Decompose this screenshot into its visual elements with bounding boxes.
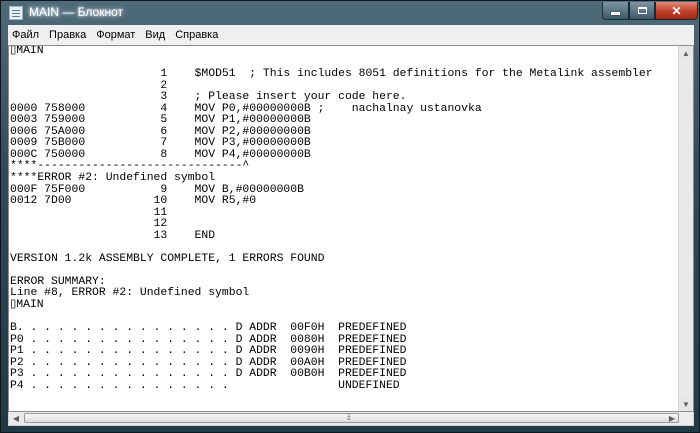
menu-edit[interactable]: Правка [44, 29, 91, 41]
document-text[interactable]: ▯MAIN ​ 1 $MOD51 ; This includes 8051 def… [10, 46, 679, 411]
document-line: ​ [10, 265, 679, 277]
text-editor[interactable]: ▯MAIN ​ 1 $MOD51 ; This includes 8051 def… [8, 45, 694, 412]
document-line: 0012 7D00 10 MOV R5,#0 [10, 195, 257, 208]
document-line: ▯MAIN [10, 46, 44, 57]
document-line: Line #8, ERROR #2: Undefined symbol [10, 287, 250, 300]
menu-format[interactable]: Формат [91, 29, 140, 41]
document-line: 1 $MOD51 ; This includes 8051 definition… [10, 68, 653, 81]
resize-grip[interactable] [680, 412, 693, 425]
maximize-button[interactable] [629, 2, 655, 20]
window-title: MAIN — Блокнот [29, 5, 124, 19]
notepad-window: MAIN — Блокнот ✕ Файл Правка Формат Вид … [0, 0, 700, 433]
document-line: ****ERROR #2: Undefined symbol [10, 172, 216, 185]
document-line: 3 ; Please insert your code here. [10, 91, 407, 104]
arrow-up-icon[interactable]: ▲ [679, 46, 693, 60]
document-line: ▯MAIN [10, 299, 44, 312]
minimize-button[interactable] [602, 2, 629, 20]
minimize-icon [611, 12, 620, 15]
arrow-left-icon[interactable]: ◀ [9, 412, 23, 425]
maximize-icon [637, 7, 647, 14]
arrow-right-icon[interactable]: ▶ [665, 412, 679, 425]
menu-bar: Файл Правка Формат Вид Справка [8, 25, 694, 46]
close-icon: ✕ [671, 3, 682, 18]
document-line: 13 END [10, 229, 216, 242]
menu-help[interactable]: Справка [170, 29, 223, 41]
menu-view[interactable]: Вид [140, 29, 170, 41]
arrow-down-icon[interactable]: ▼ [679, 397, 693, 411]
document-line: P4 . . . . . . . . . . . . . . . UNDEFIN… [10, 379, 400, 392]
close-button[interactable]: ✕ [655, 2, 698, 20]
grip-icon: ⁞⁞⁞ [347, 415, 351, 422]
document-line: VERSION 1.2k ASSEMBLY COMPLETE, 1 ERRORS… [10, 252, 325, 265]
document-line: B. . . . . . . . . . . . . . . . D ADDR … [10, 322, 407, 335]
vertical-scrollbar[interactable]: ▲ ▼ [678, 46, 693, 411]
horizontal-scroll-thumb[interactable]: ⁞⁞⁞ [24, 413, 679, 423]
horizontal-scrollbar[interactable]: ◀ ⁞⁞⁞ ▶ [8, 412, 694, 426]
menu-file[interactable]: Файл [8, 29, 44, 41]
notepad-icon[interactable] [9, 6, 23, 20]
title-bar[interactable]: MAIN — Блокнот ✕ [1, 1, 700, 25]
